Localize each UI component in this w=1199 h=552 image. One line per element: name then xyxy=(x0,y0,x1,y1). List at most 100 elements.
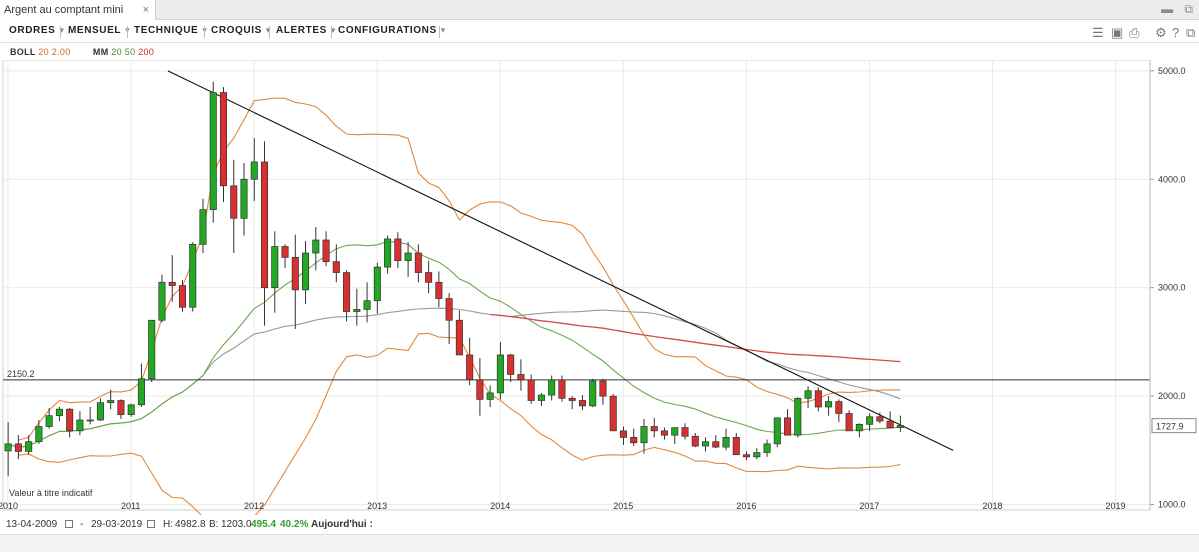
x-tick-label: 2019 xyxy=(1106,501,1126,511)
y-tick-label: 2000.0 xyxy=(1158,391,1186,401)
change-value: 495.4 xyxy=(251,519,277,530)
candle-body xyxy=(158,281,166,321)
candle-body xyxy=(240,178,248,219)
candle-body xyxy=(260,161,269,289)
candle-body xyxy=(660,430,669,436)
menu-ordres[interactable]: ORDRES ▾ xyxy=(9,25,65,36)
x-tick-label: 2010 xyxy=(0,501,18,511)
chart-footnote: Valeur à titre indicatif xyxy=(9,488,93,498)
candle-body xyxy=(466,354,474,381)
candle-body xyxy=(312,239,320,254)
candle-body xyxy=(589,380,597,407)
menu-technique[interactable]: TECHNIQUE▾ xyxy=(134,25,207,36)
navigator-strip[interactable] xyxy=(0,534,1199,552)
title-bar: Argent au comptant mini (500oz) × ▬ ⧉ xyxy=(0,0,1199,36)
candle-body xyxy=(784,417,792,436)
date-from[interactable]: 13-04-2009 xyxy=(6,519,57,530)
candle-body xyxy=(127,404,135,415)
candle-body xyxy=(384,238,392,268)
boll-label: BOLL xyxy=(10,47,36,57)
gear-icon[interactable]: ⚙ xyxy=(1155,25,1167,41)
date-to-picker[interactable] xyxy=(143,519,155,530)
candle-body xyxy=(753,452,761,458)
status-bar: 13-04-2009 - 29-03-2019 H: 4982.8 B: 120… xyxy=(0,517,1199,533)
low-label: B: xyxy=(209,519,219,530)
menu-configurations[interactable]: CONFIGURATIONS ▾ xyxy=(338,25,446,36)
popout-icon[interactable]: ⧉ xyxy=(1184,2,1193,16)
x-tick-label: 2016 xyxy=(736,501,756,511)
candle-body xyxy=(794,397,802,436)
hline-label: 2150.2 xyxy=(7,369,35,379)
calendar-icon[interactable] xyxy=(147,520,155,529)
price-chart[interactable]: 2150.2 2010 2011 2012 2013 2014 2015 2016 2017 2… xyxy=(0,60,1199,515)
candle-body xyxy=(199,209,207,245)
candle-body xyxy=(712,441,720,448)
image-icon[interactable]: ▣ xyxy=(1111,25,1123,41)
window-controls: ▬ ⧉ xyxy=(1153,2,1193,17)
high-value: 4982.8 xyxy=(175,519,206,530)
calendar-icon[interactable] xyxy=(65,520,73,529)
indicator-legend[interactable]: BOLL 20 2.00 MM 20 50 200 xyxy=(10,47,154,57)
menu-alertes[interactable]: ALERTES ▾ xyxy=(276,25,336,36)
candle-body xyxy=(168,281,176,286)
candle-body xyxy=(302,252,310,291)
layers-icon[interactable]: ☰ xyxy=(1092,25,1104,41)
mm-param: 200 xyxy=(138,47,155,57)
menu-croquis[interactable]: CROQUIS▾ xyxy=(211,25,271,36)
candle-body xyxy=(4,443,12,452)
x-tick-label: 2015 xyxy=(613,501,633,511)
candle-body xyxy=(650,426,658,432)
candle-body xyxy=(527,379,535,401)
candle-body xyxy=(66,408,74,432)
candle-body xyxy=(445,298,453,321)
low-value: 1203.0 xyxy=(221,519,252,530)
y-tick-label: 3000.0 xyxy=(1158,283,1186,293)
candle-body xyxy=(855,423,863,432)
today-label: Aujourd'hui : xyxy=(311,519,373,530)
candle-body xyxy=(178,285,187,308)
menu-separator xyxy=(127,26,128,38)
x-tick-label: 2018 xyxy=(982,501,1002,511)
print-icon[interactable]: ⎙ xyxy=(1129,25,1139,41)
high-label: H: xyxy=(163,519,173,530)
candle-body xyxy=(404,252,412,261)
date-to[interactable]: 29-03-2019 xyxy=(91,519,142,530)
candle-body xyxy=(55,408,63,417)
candle-body xyxy=(640,426,648,444)
y-tick-label: 1000.0 xyxy=(1158,500,1186,510)
y-tick-label: 4000.0 xyxy=(1158,174,1186,184)
candle-body xyxy=(537,394,545,401)
candle-body xyxy=(394,238,402,261)
candle-body xyxy=(630,436,638,444)
menu-separator xyxy=(60,26,61,38)
candle-body xyxy=(219,92,228,187)
candle-body xyxy=(548,379,556,396)
candle-body xyxy=(137,378,145,406)
chart-tab[interactable]: Argent au comptant mini (500oz) × xyxy=(0,0,156,36)
menu-mensuel[interactable]: MENSUEL▾ xyxy=(68,25,130,36)
y-tick-label: 5000.0 xyxy=(1158,66,1186,76)
candle-body xyxy=(876,416,884,422)
trading-chart-window: Argent au comptant mini (500oz) × ▬ ⧉ OR… xyxy=(0,0,1199,552)
candle-body xyxy=(353,309,361,312)
candle-body xyxy=(435,281,443,299)
boll-param: 20 xyxy=(38,47,49,57)
popout-icon[interactable]: ⧉ xyxy=(1186,25,1195,41)
candle-body xyxy=(332,261,340,273)
candle-body xyxy=(250,161,258,180)
minimize-icon[interactable]: ▬ xyxy=(1161,2,1173,16)
candle-body xyxy=(425,272,433,283)
candle-body xyxy=(496,354,504,394)
help-icon[interactable]: ? xyxy=(1172,25,1179,40)
candle-body xyxy=(281,246,289,258)
menu-separator xyxy=(204,26,205,38)
candle-body xyxy=(896,425,904,428)
date-from-picker[interactable] xyxy=(61,519,73,530)
candle-body xyxy=(86,419,94,422)
candle-body xyxy=(814,390,822,408)
candle-body xyxy=(578,400,586,407)
x-tick-label: 2013 xyxy=(367,501,387,511)
candle-body xyxy=(107,400,115,404)
close-tab-icon[interactable]: × xyxy=(143,0,149,20)
candle-body xyxy=(507,354,515,375)
